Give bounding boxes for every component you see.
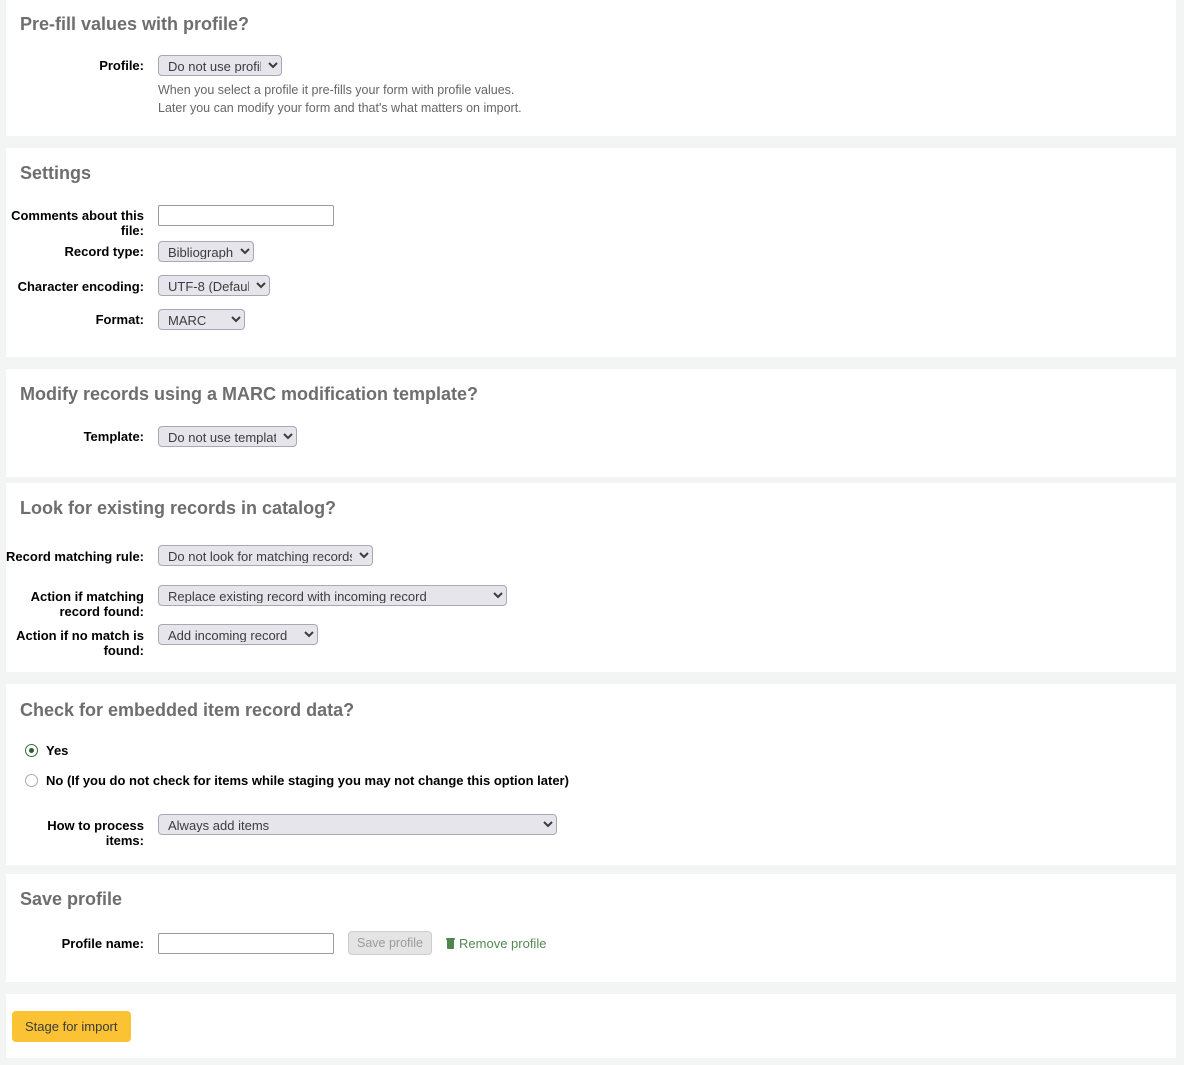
row-action-no-match: Action if no match is found: Add incomin… [6,617,906,658]
radio-no-icon[interactable] [25,774,38,787]
panel-submit: Stage for import [6,994,1176,1058]
encoding-field: UTF-8 (Default) [144,268,270,296]
record-type-select[interactable]: Bibliographic [158,241,254,262]
page-title-modify: Modify records using a MARC modification… [20,384,478,404]
record-type-label: Record type: [6,241,144,259]
action-no-match-select[interactable]: Add incoming record [158,624,318,645]
row-process-items: How to process items: Always add items [6,807,906,848]
process-items-label-text: How to process items: [47,818,144,848]
row-action-match-found: Action if matching record found: Replace… [6,578,906,619]
panel-modify-template: Modify records using a MARC modification… [6,369,1176,477]
process-items-label: How to process items: [6,807,144,848]
action-no-match-label: Action if no match is found: [6,617,144,658]
matching-rule-field: Do not look for matching records [144,538,373,566]
radio-option-yes[interactable]: Yes [25,743,68,758]
row-profile-name: Profile name: Save profile Remove profil… [6,931,906,955]
remove-profile-link[interactable]: Remove profile [446,936,546,951]
panel-save-profile: Save profile Profile name: Save profile … [6,874,1176,982]
action-match-found-label-text: Action if matching record found: [31,589,144,619]
action-match-found-label: Action if matching record found: [6,578,144,619]
radio-yes-label: Yes [46,743,68,758]
format-select[interactable]: MARC [158,309,245,330]
row-record-type: Record type: Bibliographic [6,241,906,262]
row-format: Format: MARC [6,309,906,330]
stage-for-import-button[interactable]: Stage for import [12,1011,131,1042]
profile-name-field: Save profile Remove profile [144,931,546,955]
panel-lookup: Look for existing records in catalog? Re… [6,483,1176,672]
panel-embedded-items: Check for embedded item record data? Yes… [6,684,1176,865]
comments-field [144,205,334,226]
row-comments: Comments about this file: [6,205,906,238]
row-profile: Profile: Do not use profile When you sel… [6,55,906,117]
comments-input[interactable] [158,205,334,226]
template-label: Template: [6,426,144,444]
matching-rule-select[interactable]: Do not look for matching records [158,545,373,566]
page-title-save-profile: Save profile [20,889,122,909]
radio-yes-icon[interactable] [25,744,38,757]
action-no-match-label-text: Action if no match is found: [16,628,144,658]
profile-name-label: Profile name: [6,936,144,951]
staged-marc-import-form: Pre-fill values with profile? Profile: D… [0,0,1184,1065]
format-label: Format: [6,309,144,327]
panel-prefill: Pre-fill values with profile? Profile: D… [6,0,1176,136]
page-title-settings: Settings [20,163,91,183]
format-field: MARC [144,309,245,330]
radio-option-no[interactable]: No (If you do not check for items while … [25,773,569,788]
action-no-match-field: Add incoming record [144,617,318,645]
encoding-label: Character encoding: [6,268,144,294]
row-template: Template: Do not use template [6,426,906,447]
profile-name-input[interactable] [158,933,334,954]
template-field: Do not use template [144,426,297,447]
save-profile-button[interactable]: Save profile [348,931,432,955]
profile-label: Profile: [6,55,144,73]
page-title-embedded: Check for embedded item record data? [20,700,354,720]
encoding-select[interactable]: UTF-8 (Default) [158,275,270,296]
action-match-found-select[interactable]: Replace existing record with incoming re… [158,585,507,606]
matching-rule-label: Record matching rule: [6,538,144,564]
record-type-field: Bibliographic [144,241,254,262]
remove-profile-label: Remove profile [459,936,546,951]
radio-no-label: No (If you do not check for items while … [46,773,569,788]
action-match-found-field: Replace existing record with incoming re… [144,578,507,606]
panel-settings: Settings Comments about this file: Recor… [6,148,1176,357]
row-matching-rule: Record matching rule: Do not look for ma… [6,538,906,566]
process-items-select[interactable]: Always add items [158,814,557,835]
matching-rule-label-text: Record matching rule: [6,549,144,564]
profile-hint-line-2: Later you can modify your form and that'… [158,99,522,117]
comments-label: Comments about this file: [6,205,144,238]
profile-select[interactable]: Do not use profile [158,55,282,76]
profile-field: Do not use profile When you select a pro… [144,55,522,117]
trash-icon [446,938,455,949]
row-encoding: Character encoding: UTF-8 (Default) [6,268,906,296]
process-items-field: Always add items [144,807,557,835]
profile-hint-line-1: When you select a profile it pre-fills y… [158,81,522,99]
page-title-prefill: Pre-fill values with profile? [20,14,249,34]
template-select[interactable]: Do not use template [158,426,297,447]
page-title-lookup: Look for existing records in catalog? [20,498,336,518]
encoding-label-text: Character encoding: [18,279,144,294]
